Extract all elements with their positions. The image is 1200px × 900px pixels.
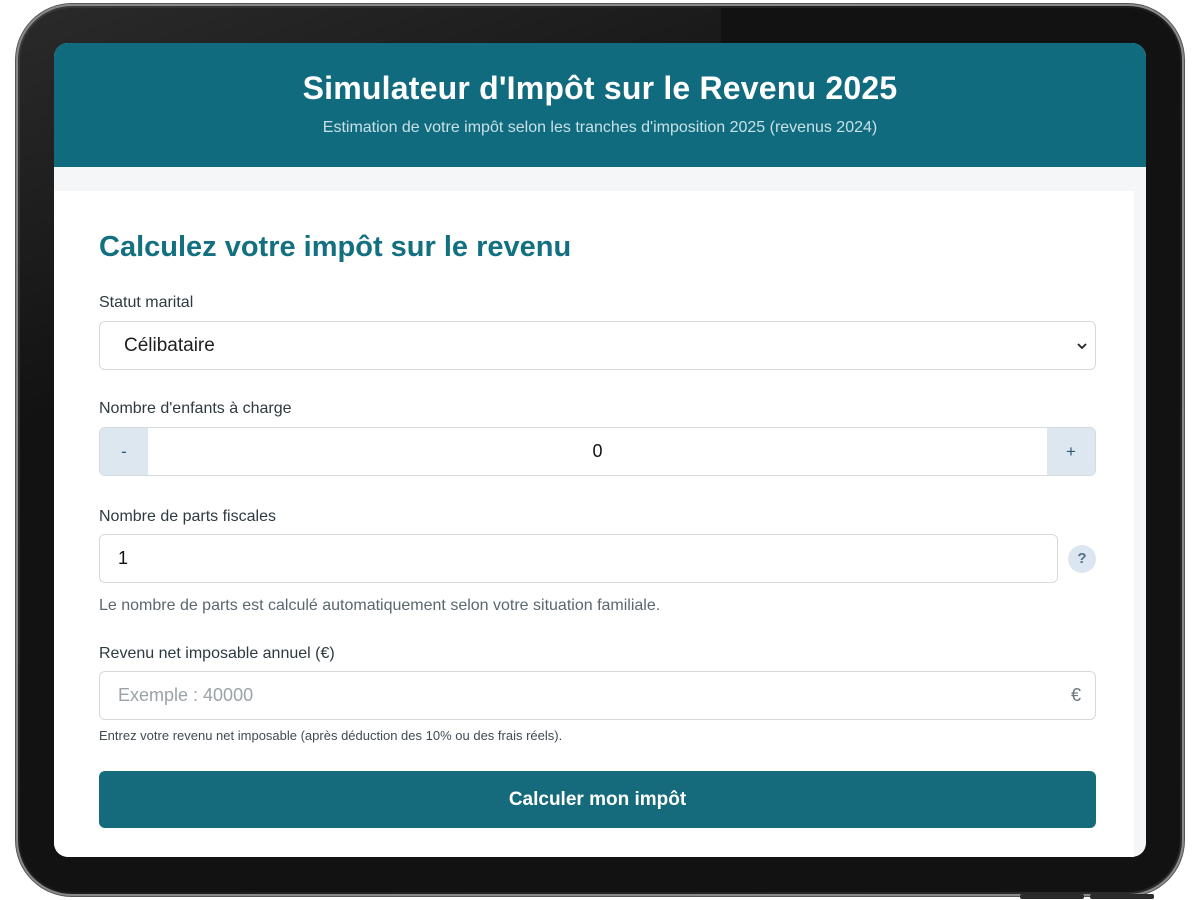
- form-title: Calculez votre impôt sur le revenu: [99, 231, 572, 263]
- children-label: Nombre d'enfants à charge: [99, 400, 292, 417]
- page-title: Simulateur d'Impôt sur le Revenu 2025: [302, 70, 898, 106]
- euro-icon: €: [1070, 685, 1081, 705]
- decrement-button[interactable]: -: [100, 428, 148, 475]
- revenue-hint: Entrez votre revenu net imposable (après…: [99, 728, 563, 743]
- parts-label: Nombre de parts fiscales: [99, 508, 276, 525]
- tax-form-card: Calculez votre impôt sur le revenu Statu…: [54, 191, 1134, 857]
- marital-status-select[interactable]: Célibataire: [99, 321, 1096, 370]
- parts-input[interactable]: 1: [99, 534, 1058, 583]
- help-icon[interactable]: ?: [1068, 544, 1096, 573]
- parts-row: 1 ?: [99, 534, 1096, 583]
- screen: Simulateur d'Impôt sur le Revenu 2025 Es…: [54, 43, 1146, 857]
- tablet-side-button: [1090, 894, 1154, 899]
- marital-status-value: Célibataire: [124, 334, 215, 356]
- chevron-down-icon: [1077, 341, 1087, 351]
- page-header: Simulateur d'Impôt sur le Revenu 2025 Es…: [54, 43, 1146, 167]
- marital-status-label: Statut marital: [99, 294, 194, 311]
- parts-help-text: Le nombre de parts est calculé automatiq…: [99, 597, 661, 614]
- tablet-side-button: [1020, 894, 1084, 899]
- children-stepper: - 0 +: [99, 427, 1096, 476]
- increment-button[interactable]: +: [1047, 428, 1095, 475]
- calculate-button[interactable]: Calculer mon impôt: [99, 771, 1096, 828]
- revenue-label: Revenu net imposable annuel (€): [99, 645, 335, 662]
- children-count-input[interactable]: 0: [148, 428, 1047, 475]
- revenue-placeholder: Exemple : 40000: [118, 685, 254, 705]
- page-subtitle: Estimation de votre impôt selon les tran…: [322, 119, 878, 136]
- revenue-input[interactable]: Exemple : 40000 €: [99, 671, 1096, 720]
